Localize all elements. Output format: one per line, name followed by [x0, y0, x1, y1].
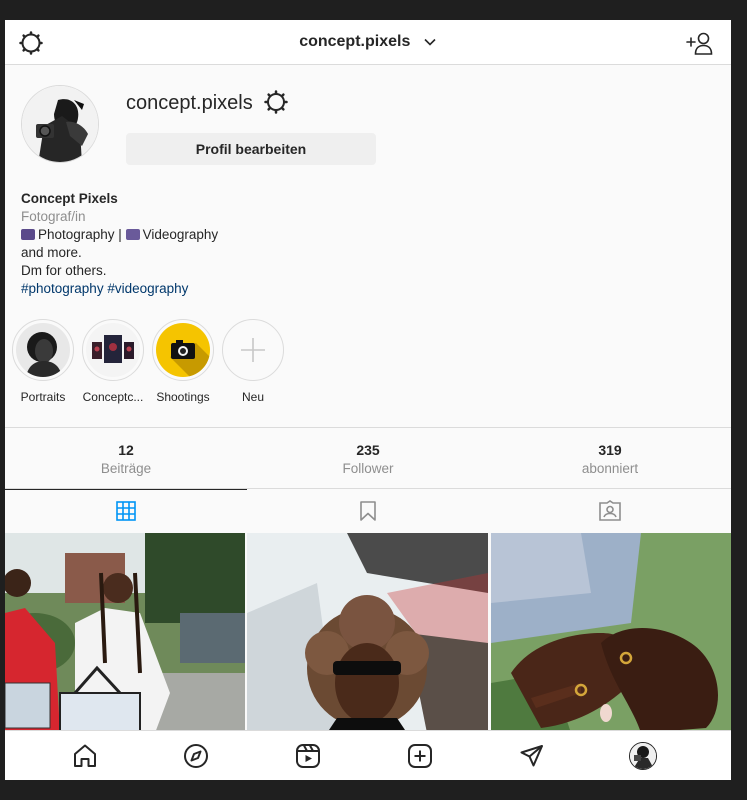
highlight-label: Neu	[241, 390, 264, 404]
highlight-label: Portraits	[20, 390, 66, 404]
highlight-ring	[152, 319, 214, 381]
highlight-conceptc[interactable]: Conceptc...	[81, 319, 145, 404]
new-post-icon[interactable]	[407, 743, 433, 769]
highlight-cover	[16, 323, 70, 377]
profile-tabs	[5, 489, 731, 533]
post-thumbnail[interactable]	[5, 533, 245, 733]
display-name: Concept Pixels	[21, 191, 118, 206]
profile-username: concept.pixels	[126, 92, 253, 114]
bottom-navigation	[5, 730, 731, 780]
stat-label: Follower	[342, 461, 394, 476]
highlight-portraits[interactable]: Portraits	[11, 319, 75, 404]
explore-icon[interactable]	[183, 743, 209, 769]
stat-label: Beiträge	[100, 461, 152, 476]
direct-message-icon[interactable]	[519, 743, 545, 769]
bio-line: Dm for others.	[21, 263, 107, 278]
stat-following[interactable]: 319 abonniert	[489, 428, 731, 488]
profile-avatar[interactable]	[629, 742, 657, 770]
profile-stats: 12 Beiträge 235 Follower 319 abonniert	[5, 427, 731, 489]
chevron-down-icon[interactable]	[423, 35, 437, 49]
plus-icon	[226, 323, 280, 377]
bookmark-icon	[360, 501, 376, 521]
bio-line: and more.	[21, 245, 82, 260]
header-title[interactable]: concept.pixels	[299, 33, 410, 50]
new-highlight-button[interactable]: Neu	[221, 319, 285, 404]
tagged-icon	[599, 500, 621, 521]
app-window: concept.pixels concept.pixels Profil bea…	[5, 20, 731, 780]
tab-posts-grid[interactable]	[5, 489, 247, 533]
edit-profile-button[interactable]: Profil bearbeiten	[126, 133, 376, 165]
window-edge	[731, 20, 747, 780]
posts-grid	[5, 533, 731, 733]
stat-value: 12	[118, 442, 134, 458]
bio-text: Videography	[142, 227, 219, 242]
highlight-ring	[82, 319, 144, 381]
camera-emoji-icon	[21, 229, 35, 240]
highlight-label: Conceptc...	[82, 390, 144, 404]
top-bar: concept.pixels	[5, 20, 731, 65]
stat-posts[interactable]: 12 Beiträge	[5, 428, 247, 488]
stat-value: 235	[356, 442, 380, 458]
bio-text: Photography |	[38, 227, 126, 242]
highlight-cover	[86, 323, 140, 377]
add-user-icon[interactable]	[685, 30, 713, 56]
tab-saved[interactable]	[247, 489, 489, 533]
profile-bio: Concept Pixels Fotograf/in Photography |…	[21, 190, 218, 298]
highlight-ring	[222, 319, 284, 381]
stat-value: 319	[598, 442, 622, 458]
grid-icon	[116, 501, 136, 521]
highlight-cover	[156, 323, 210, 377]
tab-tagged[interactable]	[489, 489, 731, 533]
highlight-shootings[interactable]: Shootings	[151, 319, 215, 404]
account-switcher[interactable]: concept.pixels	[5, 33, 731, 51]
profile-category: Fotograf/in	[21, 209, 86, 224]
highlight-ring	[12, 319, 74, 381]
highlight-label: Shootings	[156, 390, 210, 404]
reels-icon[interactable]	[295, 743, 321, 769]
stat-followers[interactable]: 235 Follower	[247, 428, 489, 488]
post-thumbnail[interactable]	[247, 533, 488, 733]
bio-line: Photography | Videography	[21, 226, 218, 244]
options-icon[interactable]	[264, 90, 288, 114]
stat-label: abonniert	[581, 461, 639, 476]
home-icon[interactable]	[72, 743, 98, 769]
video-camera-emoji-icon	[125, 229, 140, 240]
post-thumbnail[interactable]	[491, 533, 731, 733]
profile-avatar-large[interactable]	[21, 85, 99, 163]
hashtags-link[interactable]: #photography #videography	[21, 280, 218, 298]
